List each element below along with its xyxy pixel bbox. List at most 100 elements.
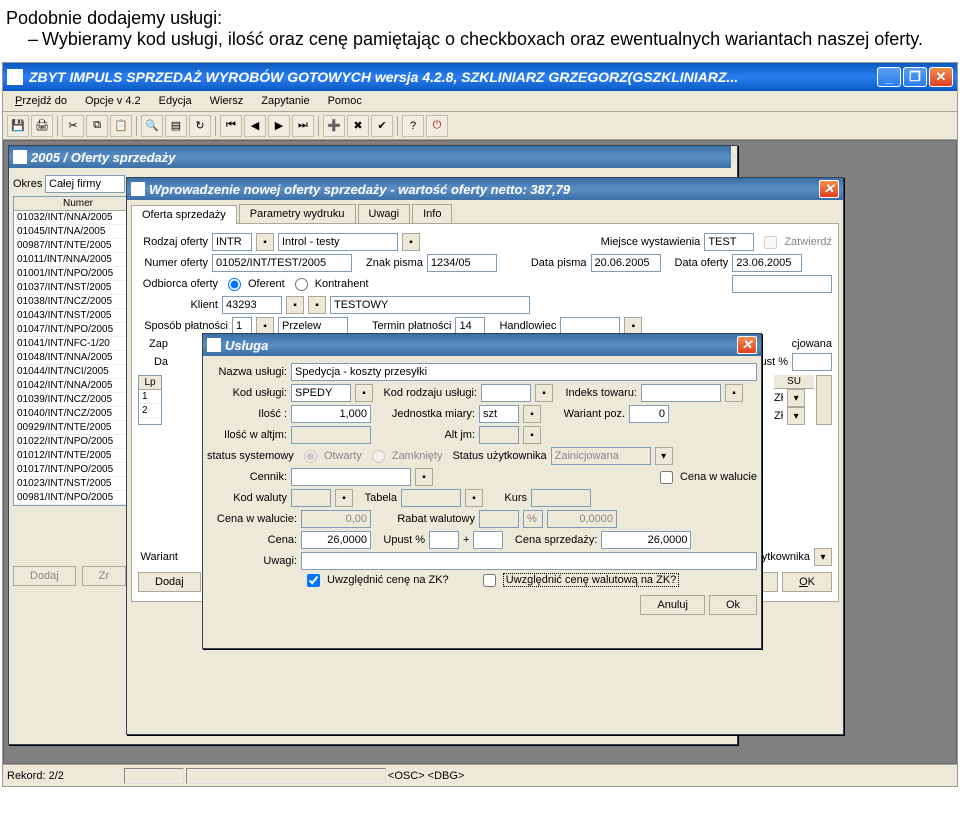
list-item[interactable]: 01039/INT/NCZ/2005 [14,393,142,407]
tab-parametry[interactable]: Parametry wydruku [239,204,356,223]
lov-button[interactable]: ▪ [523,426,541,444]
maximize-button[interactable]: ❐ [903,67,927,87]
klient-name-input[interactable] [330,296,530,314]
menu-opcje[interactable]: Opcje v 4.2 [77,93,149,109]
tb-add-icon[interactable]: ➕ [323,115,345,137]
indeks-input[interactable] [641,384,721,402]
cena-sprz-input[interactable] [601,531,691,549]
cena-input[interactable] [301,531,371,549]
tb-filter-icon[interactable]: ▤ [165,115,187,137]
list-item[interactable]: 01038/INT/NCZ/2005 [14,295,142,309]
lov-button[interactable]: ▪ [335,489,353,507]
list-item[interactable]: 01043/INT/NST/2005 [14,309,142,323]
offer-list[interactable]: 01032/INT/NNA/200501045/INT/NA/200500987… [14,211,142,505]
list-item[interactable]: 00987/INT/NTE/2005 [14,239,142,253]
miejsce-input[interactable] [704,233,754,251]
tb-exit-icon[interactable]: ⏻ [426,115,448,137]
data-oferty-input[interactable] [732,254,802,272]
jm-input[interactable] [479,405,519,423]
list-item[interactable]: 01011/INT/NNA/2005 [14,253,142,267]
odbiorca-extra-input[interactable] [732,275,832,293]
lov-button[interactable]: ▪ [415,468,433,486]
grid-cell[interactable]: 2 [139,404,161,418]
tb-paste-icon[interactable]: 📋 [110,115,132,137]
klient-input[interactable] [222,296,282,314]
rodzaj-desc-input[interactable] [278,233,398,251]
list-item[interactable]: 01048/INT/NNA/2005 [14,351,142,365]
anuluj-button[interactable]: Anuluj [640,595,705,615]
tab-oferta[interactable]: Oferta sprzedaży [131,205,237,224]
lov-button[interactable]: ▪ [256,233,274,251]
list-item[interactable]: 01040/INT/NCZ/2005 [14,407,142,421]
tb-help-icon[interactable]: ? [402,115,424,137]
kod-rodzaju-input[interactable] [481,384,531,402]
cennik-input[interactable] [291,468,411,486]
tb-last-icon[interactable]: ⏭ [292,115,314,137]
upust-input[interactable] [429,531,459,549]
lov-button[interactable]: ▪ [465,489,483,507]
menu-pomoc[interactable]: Pomoc [320,93,370,109]
tb-prev-icon[interactable]: ◀ [244,115,266,137]
tb-next-icon[interactable]: ▶ [268,115,290,137]
upust-gl-input[interactable] [792,353,832,371]
list-item[interactable]: 01037/INT/NST/2005 [14,281,142,295]
lov-button[interactable]: ▪ [402,233,420,251]
row-button[interactable]: ▾ [787,389,805,407]
rodzaj-input[interactable] [212,233,252,251]
minimize-button[interactable]: _ [877,67,901,87]
tb-first-icon[interactable]: ⏮ [220,115,242,137]
menu-wiersz[interactable]: Wiersz [202,93,252,109]
ok-button[interactable]: Ok [709,595,757,615]
lov-button[interactable]: ▪ [308,296,326,314]
close-button[interactable]: ✕ [819,180,839,198]
list-item[interactable]: 01012/INT/NTE/2005 [14,449,142,463]
tb-search-icon[interactable]: 🔍 [141,115,163,137]
tab-uwagi[interactable]: Uwagi [358,204,411,223]
list-item[interactable]: 01045/INT/NA/2005 [14,225,142,239]
menu-zapytanie[interactable]: Zapytanie [253,93,317,109]
numer-input[interactable] [212,254,352,272]
tb-cut-icon[interactable]: ✂ [62,115,84,137]
dropdown-button[interactable]: ▾ [814,548,832,566]
list-item[interactable]: 01017/INT/NPO/2005 [14,463,142,477]
tb-del-icon[interactable]: ✖ [347,115,369,137]
kod-input[interactable] [291,384,351,402]
ilosc-input[interactable] [291,405,371,423]
list-item[interactable]: 01001/INT/NPO/2005 [14,267,142,281]
uw-zk-checkbox[interactable] [307,574,320,587]
close-button[interactable]: ✕ [737,336,757,354]
list-item[interactable]: 00929/INT/NTE/2005 [14,421,142,435]
tb-print-icon[interactable]: 🖨 [31,115,53,137]
data-pisma-input[interactable] [591,254,661,272]
tb-refresh-icon[interactable]: ↻ [189,115,211,137]
dodaj-button[interactable]: Dodaj [138,572,201,592]
list-item[interactable]: 01047/INT/NPO/2005 [14,323,142,337]
ok-button[interactable]: OK [782,572,832,592]
list-item[interactable]: 01044/INT/NCI/2005 [14,365,142,379]
okres-input[interactable] [45,175,125,193]
grid-cell[interactable]: 1 [139,390,161,404]
grid-scrollbar[interactable] [816,375,832,425]
list-item[interactable]: 01041/INT/NFC-1/20 [14,337,142,351]
zr-button[interactable]: Zr [82,566,126,586]
menu-przejdz[interactable]: Przejdź do [7,93,75,109]
dodaj-button[interactable]: Dodaj [13,566,76,586]
cena-waluta-checkbox[interactable] [660,471,673,484]
oferent-radio[interactable] [228,278,241,291]
upust2-input[interactable] [473,531,503,549]
list-item[interactable]: 00981/INT/NPO/2005 [14,491,142,505]
lov-button[interactable]: ▪ [725,384,743,402]
tab-info[interactable]: Info [412,204,452,223]
wariant-input[interactable] [629,405,669,423]
list-item[interactable]: 01023/INT/NST/2005 [14,477,142,491]
tb-commit-icon[interactable]: ✔ [371,115,393,137]
close-button[interactable]: ✕ [929,67,953,87]
lov-button[interactable]: ▪ [355,384,373,402]
dropdown-button[interactable]: ▾ [655,447,673,465]
uwagi-input[interactable] [301,552,757,570]
row-button[interactable]: ▾ [787,407,805,425]
kontrahent-radio[interactable] [295,278,308,291]
tb-save-icon[interactable]: 💾 [7,115,29,137]
lov-button[interactable]: ▪ [535,384,553,402]
list-item[interactable]: 01042/INT/NNA/2005 [14,379,142,393]
